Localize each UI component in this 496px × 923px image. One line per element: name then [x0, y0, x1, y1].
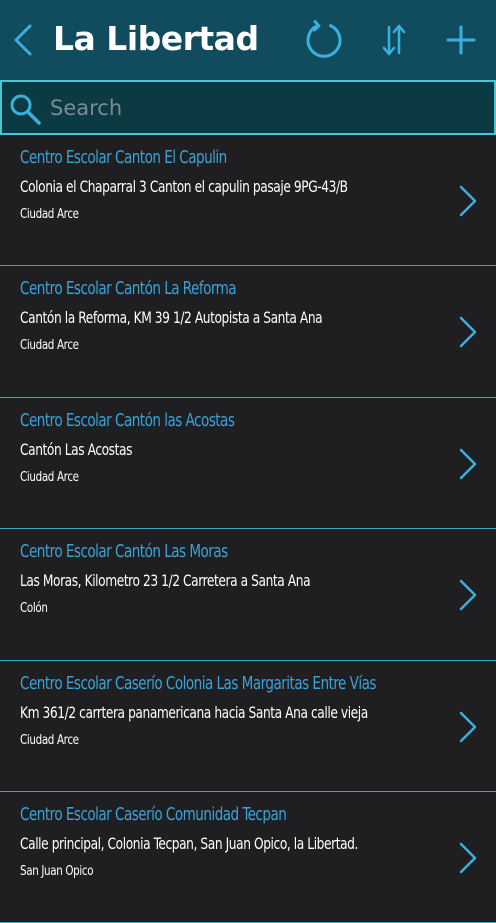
search-input[interactable]	[50, 90, 480, 126]
item-address: Cantón Las Acostas	[20, 439, 133, 459]
list-item[interactable]: Centro Escolar Cantón La Reforma Cantón …	[0, 266, 496, 398]
item-name: Centro Escolar Cantón La Reforma	[20, 279, 237, 300]
search-icon	[10, 94, 41, 125]
item-address: Colonia el Chaparral 3 Canton el capulin…	[20, 177, 348, 196]
sort-button[interactable]	[372, 18, 416, 62]
search-bar	[0, 80, 496, 135]
item-name: Centro Escolar Cantón Las Moras	[20, 542, 228, 563]
chevron-right-icon[interactable]	[456, 840, 480, 876]
chevron-right-icon[interactable]	[456, 183, 480, 219]
add-button[interactable]	[439, 18, 483, 62]
item-city: Ciudad Arce	[20, 337, 79, 354]
list-item[interactable]: Centro Escolar Cantón Las Moras Las Mora…	[0, 529, 496, 661]
chevron-right-icon[interactable]	[456, 577, 480, 613]
refresh-button[interactable]	[302, 18, 346, 62]
back-button[interactable]	[6, 18, 40, 62]
list-item[interactable]: Centro Escolar Canton El Capulin Colonia…	[0, 135, 496, 267]
item-address: Calle principal, Colonia Tecpan, San Jua…	[20, 833, 358, 853]
list-item[interactable]: Centro Escolar Caserío Comunidad Tecpan …	[0, 792, 496, 923]
refresh-icon	[306, 20, 342, 58]
chevron-right-icon[interactable]	[456, 314, 480, 350]
plus-icon	[446, 25, 476, 55]
item-name: Centro Escolar Caserío Comunidad Tecpan	[20, 804, 287, 825]
page-title: La Libertad	[53, 19, 259, 58]
item-name: Centro Escolar Cantón las Acostas	[20, 410, 235, 431]
item-city: Ciudad Arce	[20, 731, 79, 748]
chevron-right-icon[interactable]	[456, 709, 480, 745]
item-name: Centro Escolar Canton El Capulin	[20, 148, 227, 168]
list-item[interactable]: Centro Escolar Cantón las Acostas Cantón…	[0, 398, 496, 530]
item-city: San Juan Opico	[20, 862, 94, 879]
chevron-left-icon	[14, 24, 32, 56]
header-bar: La Libertad	[0, 0, 496, 80]
item-address: Las Moras, Kilometro 23 1/2 Carretera a …	[20, 571, 311, 591]
chevron-right-icon[interactable]	[456, 446, 480, 482]
sort-icon	[382, 24, 406, 56]
item-city: Ciudad Arce	[20, 468, 79, 485]
item-city: Ciudad Arce	[20, 206, 79, 222]
school-list: Centro Escolar Canton El Capulin Colonia…	[0, 135, 496, 923]
item-city: Colón	[20, 600, 48, 617]
list-item[interactable]: Centro Escolar Caserío Colonia Las Marga…	[0, 661, 496, 792]
item-address: Km 361/2 carrtera panamericana hacia San…	[20, 702, 368, 722]
item-name: Centro Escolar Caserío Colonia Las Marga…	[20, 673, 376, 694]
item-address: Cantón la Reforma, KM 39 1/2 Autopista a…	[20, 308, 323, 328]
